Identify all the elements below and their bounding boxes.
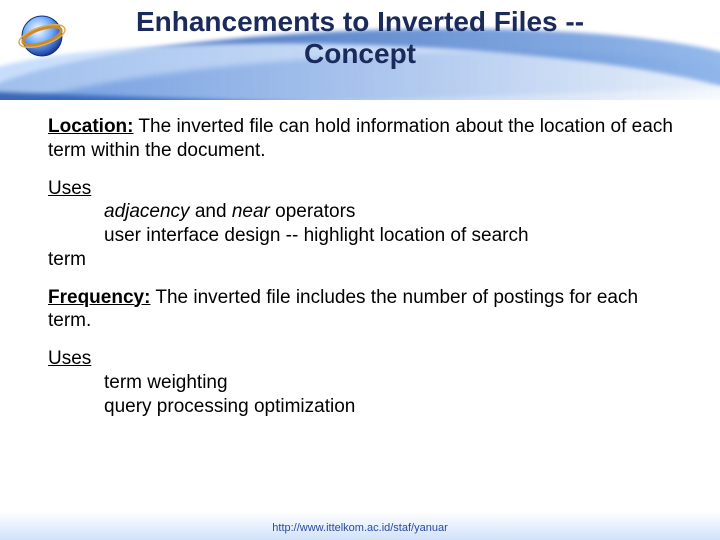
slide-title: Enhancements to Inverted Files -- Concep… bbox=[0, 6, 720, 70]
slide-body: Location: The inverted file can hold inf… bbox=[48, 115, 678, 432]
uses-item: user interface design -- highlight locat… bbox=[48, 224, 678, 248]
uses-heading: Uses bbox=[48, 347, 678, 371]
slide: Enhancements to Inverted Files -- Concep… bbox=[0, 0, 720, 540]
title-line-2: Concept bbox=[304, 38, 416, 69]
frequency-block: Frequency: The inverted file includes th… bbox=[48, 286, 678, 334]
frequency-label: Frequency: bbox=[48, 287, 150, 308]
near-term: near bbox=[232, 201, 270, 222]
uses-frequency-block: Uses term weighting query processing opt… bbox=[48, 347, 678, 418]
adjacency-term: adjacency bbox=[104, 201, 190, 222]
text: and bbox=[190, 201, 232, 222]
uses-location-block: Uses adjacency and near operators user i… bbox=[48, 177, 678, 272]
uses-item: term weighting bbox=[48, 371, 678, 395]
uses-item: adjacency and near operators bbox=[48, 200, 678, 224]
footer-url: http://www.ittelkom.ac.id/staf/yanuar bbox=[0, 522, 720, 534]
text: operators bbox=[270, 201, 356, 222]
title-line-1: Enhancements to Inverted Files -- bbox=[136, 6, 584, 37]
location-block: Location: The inverted file can hold inf… bbox=[48, 115, 678, 163]
location-label: Location: bbox=[48, 116, 134, 137]
location-text: The inverted file can hold information a… bbox=[48, 116, 673, 161]
uses-item-cont: term bbox=[48, 248, 678, 272]
uses-heading: Uses bbox=[48, 177, 678, 201]
uses-item: query processing optimization bbox=[48, 395, 678, 419]
